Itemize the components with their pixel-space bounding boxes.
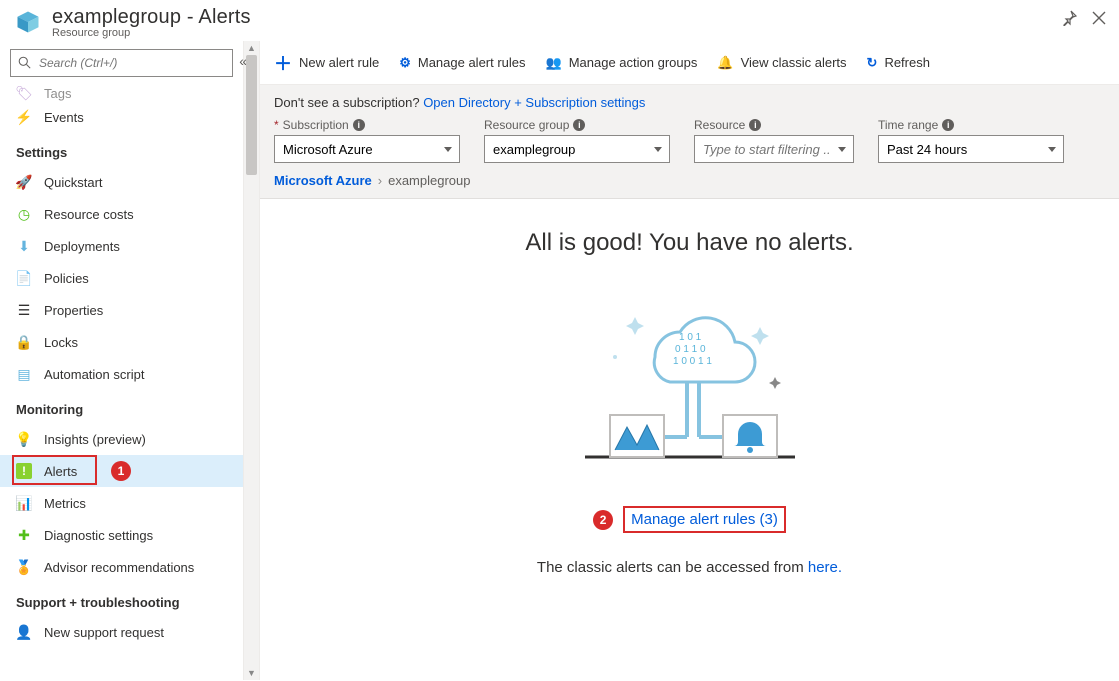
breadcrumb-current: examplegroup <box>388 173 470 188</box>
main-content: ＋ New alert rule ⚙ Manage alert rules 👥 … <box>260 41 1119 680</box>
classic-alerts-link[interactable]: here. <box>808 559 842 576</box>
resource-group-label: Resource group <box>484 118 569 132</box>
plus-icon: ＋ <box>274 50 292 76</box>
page-title: examplegroup - Alerts <box>52 6 1061 29</box>
sidebar-item-alerts[interactable]: ! Alerts 1 <box>0 455 243 487</box>
info-icon[interactable]: i <box>573 119 585 131</box>
bolt-icon: ⚡ <box>16 109 32 125</box>
sidebar-item-locks[interactable]: 🔒Locks <box>0 326 243 358</box>
refresh-icon: ↻ <box>867 55 878 71</box>
sidebar: « 🏷 Tags ⚡ Events Settings 🚀Quickstart ◷… <box>0 41 244 680</box>
metrics-icon: 📊 <box>16 495 32 511</box>
sidebar-item-deployments[interactable]: ⬇Deployments <box>0 230 243 262</box>
support-icon: 👤 <box>16 624 32 640</box>
sidebar-section-monitoring: Monitoring <box>0 390 243 423</box>
rocket-icon: 🚀 <box>16 174 32 190</box>
script-icon: ▤ <box>16 366 32 382</box>
deploy-icon: ⬇ <box>16 238 32 254</box>
info-icon[interactable]: i <box>353 119 365 131</box>
breadcrumb-root[interactable]: Microsoft Azure <box>274 173 372 188</box>
advisor-icon: 🏅 <box>16 559 32 575</box>
gear-icon: ⚙ <box>399 55 411 71</box>
breadcrumb: Microsoft Azure › examplegroup <box>274 173 1105 188</box>
svg-text:1 0 0 1 1: 1 0 0 1 1 <box>673 356 712 367</box>
scroll-down-icon[interactable]: ▼ <box>244 666 259 680</box>
manage-alert-rules-link[interactable]: Manage alert rules (3) <box>623 506 786 533</box>
alert-icon: ! <box>16 463 32 479</box>
close-icon[interactable] <box>1091 10 1107 26</box>
manage-action-groups-button[interactable]: 👥 Manage action groups <box>546 55 698 71</box>
policy-icon: 📄 <box>16 270 32 286</box>
subscription-select[interactable] <box>274 135 460 163</box>
lock-icon: 🔒 <box>16 334 32 350</box>
sidebar-section-settings: Settings <box>0 133 243 166</box>
sidebar-item-tags[interactable]: 🏷 Tags <box>0 83 243 101</box>
subscription-label: Subscription <box>283 118 349 132</box>
callout-2: 2 <box>593 510 613 530</box>
filter-bar: Don't see a subscription? Open Directory… <box>260 85 1119 199</box>
info-icon[interactable]: i <box>749 119 761 131</box>
search-icon <box>18 56 31 72</box>
manage-alert-rules-button[interactable]: ⚙ Manage alert rules <box>399 55 525 71</box>
sidebar-item-automation-script[interactable]: ▤Automation script <box>0 358 243 390</box>
open-directory-link[interactable]: Open Directory + Subscription settings <box>423 95 645 110</box>
view-classic-alerts-button[interactable]: 🔔 View classic alerts <box>717 55 846 71</box>
blade-header: examplegroup - Alerts Resource group <box>0 0 1119 41</box>
info-icon[interactable]: i <box>942 119 954 131</box>
cost-icon: ◷ <box>16 206 32 222</box>
empty-state-headline: All is good! You have no alerts. <box>280 229 1099 257</box>
search-input[interactable] <box>10 49 233 77</box>
resource-group-icon <box>14 8 42 39</box>
people-icon: 👥 <box>546 55 562 71</box>
sidebar-item-properties[interactable]: ☰Properties <box>0 294 243 326</box>
sidebar-item-diagnostic-settings[interactable]: ✚Diagnostic settings <box>0 519 243 551</box>
sidebar-item-advisor[interactable]: 🏅Advisor recommendations <box>0 551 243 583</box>
sidebar-nav: 🏷 Tags ⚡ Events Settings 🚀Quickstart ◷Re… <box>0 83 243 680</box>
scrollbar[interactable]: ▲ ▼ <box>244 41 260 680</box>
sidebar-item-metrics[interactable]: 📊Metrics <box>0 487 243 519</box>
empty-state-illustration: 0 1 1 0 1 0 0 1 1 1 0 1 <box>280 277 1099 480</box>
sidebar-item-resource-costs[interactable]: ◷Resource costs <box>0 198 243 230</box>
sidebar-item-new-support-request[interactable]: 👤New support request <box>0 616 243 648</box>
sidebar-section-support: Support + troubleshooting <box>0 583 243 616</box>
subscription-hint-text: Don't see a subscription? <box>274 95 423 110</box>
diag-icon: ✚ <box>16 527 32 543</box>
sidebar-item-insights[interactable]: 💡Insights (preview) <box>0 423 243 455</box>
sidebar-item-quickstart[interactable]: 🚀Quickstart <box>0 166 243 198</box>
classic-alerts-text: The classic alerts can be accessed from <box>537 559 808 576</box>
sidebar-item-events[interactable]: ⚡ Events <box>0 101 243 133</box>
pin-icon[interactable] <box>1061 10 1077 26</box>
bell-icon: 🔔 <box>717 55 733 71</box>
chevron-right-icon: › <box>378 173 382 188</box>
resource-label: Resource <box>694 118 745 132</box>
resource-filter-input[interactable] <box>694 135 854 163</box>
sidebar-item-policies[interactable]: 📄Policies <box>0 262 243 294</box>
time-range-select[interactable] <box>878 135 1064 163</box>
resource-group-select[interactable] <box>484 135 670 163</box>
svg-text:1 0 1: 1 0 1 <box>679 332 702 343</box>
svg-text:0 1 1 0: 0 1 1 0 <box>675 344 706 355</box>
refresh-button[interactable]: ↻ Refresh <box>867 55 930 71</box>
toolbar: ＋ New alert rule ⚙ Manage alert rules 👥 … <box>260 41 1119 85</box>
tag-icon: 🏷 <box>16 85 32 101</box>
props-icon: ☰ <box>16 302 32 318</box>
callout-1: 1 <box>111 461 131 481</box>
bulb-icon: 💡 <box>16 431 32 447</box>
new-alert-rule-button[interactable]: ＋ New alert rule <box>274 50 379 76</box>
time-range-label: Time range <box>878 118 938 132</box>
